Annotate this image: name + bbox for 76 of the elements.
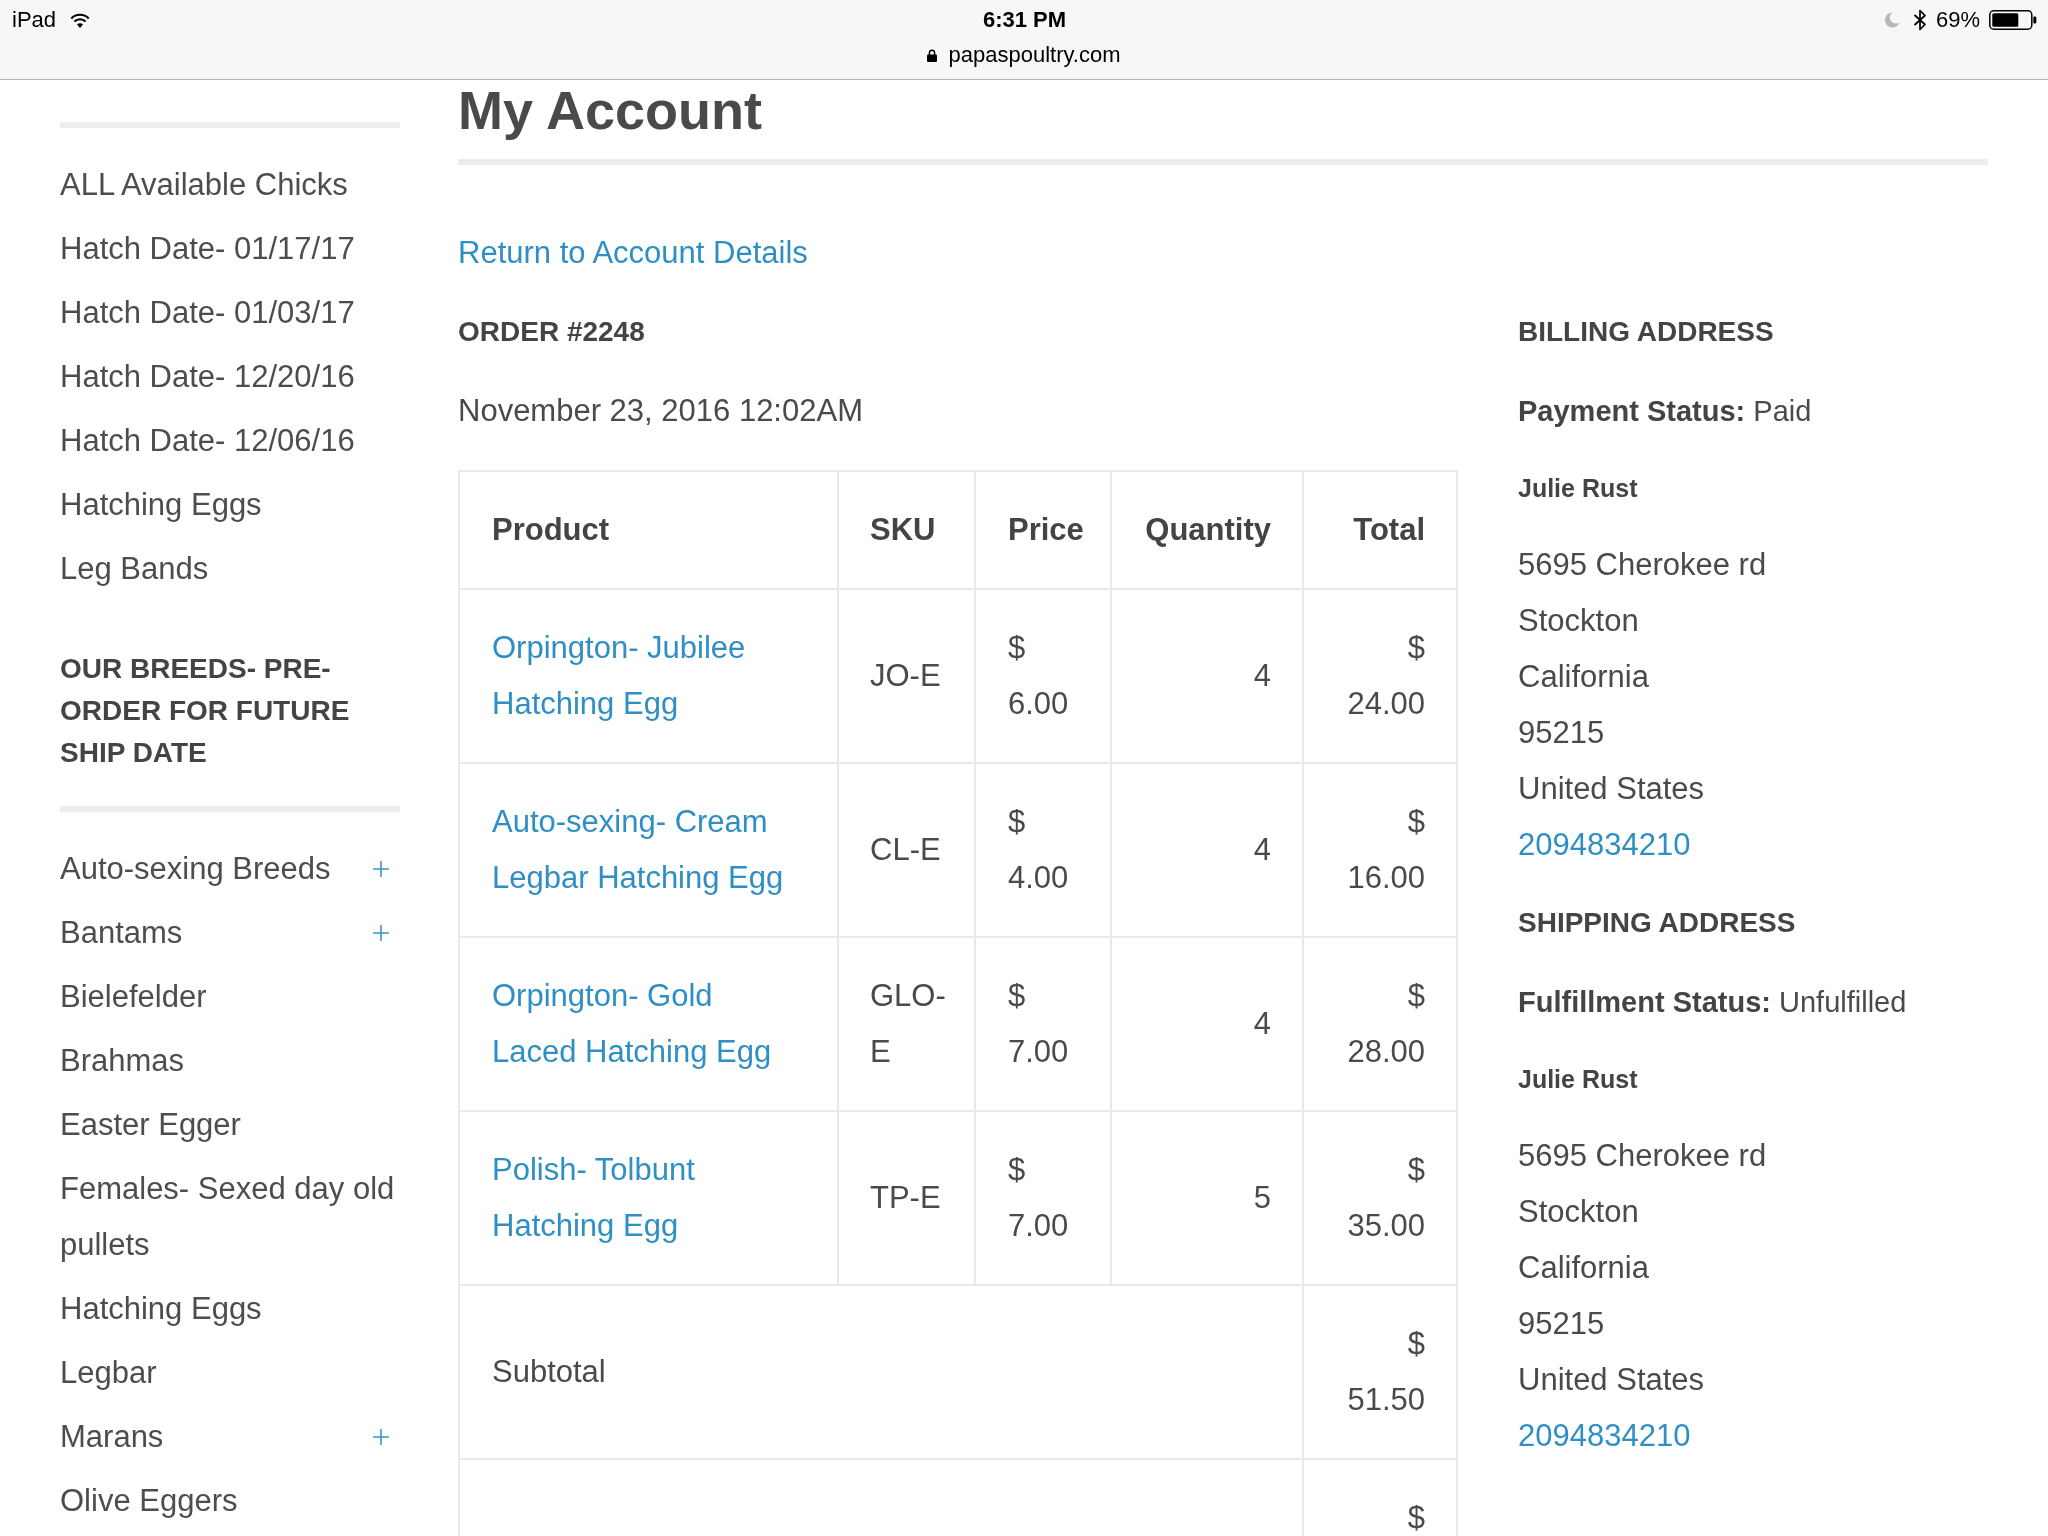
- total-text: $ 28.00: [1347, 978, 1425, 1069]
- sidebar-link[interactable]: Marans: [60, 1409, 164, 1465]
- page-title: My Account: [458, 80, 762, 140]
- status-text: Payment Status: Paid: [1518, 394, 1812, 429]
- address-line: 95215: [1518, 1305, 1605, 1343]
- address-line: California: [1518, 1249, 1649, 1287]
- lock-icon: [927, 48, 938, 62]
- battery-percent: 69%: [1935, 7, 1980, 33]
- plus-icon[interactable]: [373, 1429, 389, 1445]
- sidebar-link[interactable]: Easter Egger: [60, 1097, 241, 1153]
- address-line: 95215: [1518, 714, 1605, 752]
- address-line: 5695 Cherokee rd: [1518, 1137, 1767, 1175]
- price-text: $ 4.00: [1008, 804, 1069, 895]
- sidebar-heading: OUR BREEDS- PRE-ORDER FOR FUTURE SHIP DATE: [60, 652, 351, 770]
- sidebar-link[interactable]: Auto-sexing Breeds: [60, 841, 331, 897]
- phone-link[interactable]: 2094834210: [1518, 817, 1691, 873]
- sidebar-link[interactable]: Hatch Date- 01/17/17: [60, 221, 355, 277]
- column-header: Price: [975, 471, 1111, 589]
- column-header: SKU: [838, 471, 975, 589]
- plus-icon[interactable]: [373, 925, 389, 941]
- sidebar-link[interactable]: Hatch Date- 12/20/16: [60, 349, 355, 405]
- price-text: $ 7.00: [1008, 1152, 1069, 1243]
- sku-text: GLO-E: [870, 978, 946, 1069]
- total-text: $ 24.00: [1347, 630, 1425, 721]
- clock-text: 6:31 PM: [982, 7, 1067, 33]
- quantity-text: 5: [1253, 1180, 1271, 1215]
- url-text: papaspoultry.com: [948, 42, 1121, 68]
- battery-icon: [1989, 10, 2037, 30]
- sidebar-link[interactable]: Olive Eggers: [60, 1473, 238, 1529]
- phone-link[interactable]: 2094834210: [1518, 1408, 1691, 1464]
- status-text: Fulfillment Status: Unfulfilled: [1518, 985, 1907, 1020]
- order-number: ORDER #2248: [458, 315, 645, 349]
- sidebar-link[interactable]: Hatch Date- 01/03/17: [60, 285, 355, 341]
- device-name: iPad: [12, 7, 57, 33]
- customer-name: Julie Rust: [1518, 1064, 1638, 1095]
- sidebar-link[interactable]: Females- Sexed day old pullets: [60, 1161, 400, 1273]
- sidebar-link[interactable]: Legbar: [60, 1345, 157, 1401]
- total-text: $ 35.00: [1347, 1152, 1425, 1243]
- quantity-text: 4: [1253, 832, 1271, 867]
- total-text: $ 51.50: [1347, 1326, 1425, 1417]
- sku-text: TP-E: [870, 1180, 941, 1215]
- sidebar-link[interactable]: Bielefelder: [60, 969, 207, 1025]
- bluetooth-icon: [1912, 9, 1927, 31]
- total-text: $ 16.00: [1347, 804, 1425, 895]
- order-date: November 23, 2016 12:02AM: [458, 392, 863, 430]
- address-line: Stockton: [1518, 602, 1639, 640]
- sidebar-link[interactable]: Hatching Eggs: [60, 1281, 262, 1337]
- address-line: 5695 Cherokee rd: [1518, 546, 1767, 584]
- address-line: United States: [1518, 770, 1705, 808]
- sidebar-link[interactable]: Hatch Date- 12/06/16: [60, 413, 355, 469]
- sidebar-link[interactable]: Brahmas: [60, 1033, 185, 1089]
- sku-text: JO-E: [870, 658, 941, 693]
- sidebar-link[interactable]: Hatching Eggs: [60, 477, 262, 533]
- address-line: California: [1518, 658, 1649, 696]
- customer-name: Julie Rust: [1518, 473, 1638, 504]
- quantity-text: 4: [1253, 1006, 1271, 1041]
- price-text: $ 6.00: [1008, 630, 1069, 721]
- address-line: United States: [1518, 1361, 1705, 1399]
- quantity-text: 4: [1253, 658, 1271, 693]
- summary-label: Subtotal: [492, 1354, 606, 1389]
- section-heading: SHIPPING ADDRESS: [1518, 906, 1796, 940]
- sku-text: CL-E: [870, 832, 941, 867]
- sidebar-link[interactable]: Bantams: [60, 905, 183, 961]
- plus-icon[interactable]: [373, 861, 389, 877]
- column-header: Total: [1303, 471, 1457, 589]
- address-line: Stockton: [1518, 1193, 1639, 1231]
- total-text: $: [1407, 1500, 1425, 1535]
- column-header: Quantity: [1111, 471, 1303, 589]
- section-heading: BILLING ADDRESS: [1518, 315, 1774, 349]
- wifi-icon: [70, 12, 91, 28]
- column-header: Product: [459, 471, 838, 589]
- moon-icon: [1883, 12, 1900, 28]
- back-link[interactable]: Return to Account Details: [458, 233, 808, 273]
- sidebar-link[interactable]: ALL Available Chicks: [60, 157, 348, 213]
- price-text: $ 7.00: [1008, 978, 1069, 1069]
- sidebar-link[interactable]: Leg Bands: [60, 541, 209, 597]
